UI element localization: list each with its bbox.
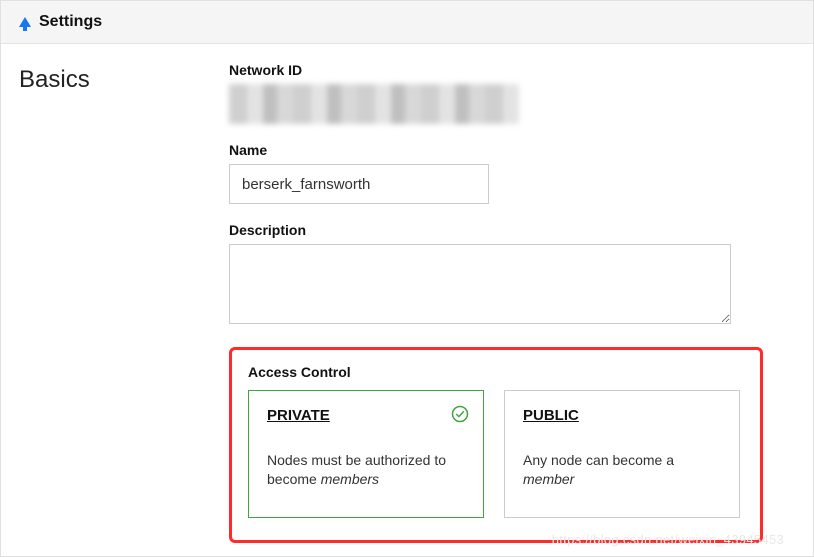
access-private-desc: Nodes must be authorized to become membe… (267, 451, 465, 489)
network-id-label: Network ID (229, 62, 765, 78)
access-options: PRIVATE Nodes must be authorized to beco… (248, 390, 744, 518)
network-id-field: Network ID (229, 62, 765, 124)
section-heading: Basics (19, 62, 229, 543)
name-label: Name (229, 142, 765, 158)
check-circle-icon (451, 405, 469, 423)
form-column: Network ID Name Description Access Contr… (229, 62, 813, 543)
access-control-label: Access Control (248, 364, 744, 380)
name-field[interactable] (229, 164, 489, 204)
arrow-up-icon (19, 17, 31, 27)
access-private-title: PRIVATE (267, 407, 330, 424)
access-control-section: Access Control PRIVATE Nodes must be aut… (229, 347, 763, 543)
description-label: Description (229, 222, 765, 238)
description-field-wrap: Description (229, 222, 765, 329)
access-public-desc: Any node can become a member (523, 451, 721, 489)
access-option-private[interactable]: PRIVATE Nodes must be authorized to beco… (248, 390, 484, 518)
settings-title: Settings (39, 13, 102, 31)
description-field[interactable] (229, 244, 731, 324)
name-field-wrap: Name (229, 142, 765, 204)
access-option-public[interactable]: PUBLIC Any node can become a member (504, 390, 740, 518)
settings-header[interactable]: Settings (1, 1, 813, 44)
network-id-value-redacted (229, 84, 519, 124)
content-area: Basics Network ID Name Description Acces… (1, 44, 813, 543)
access-public-title: PUBLIC (523, 407, 579, 424)
